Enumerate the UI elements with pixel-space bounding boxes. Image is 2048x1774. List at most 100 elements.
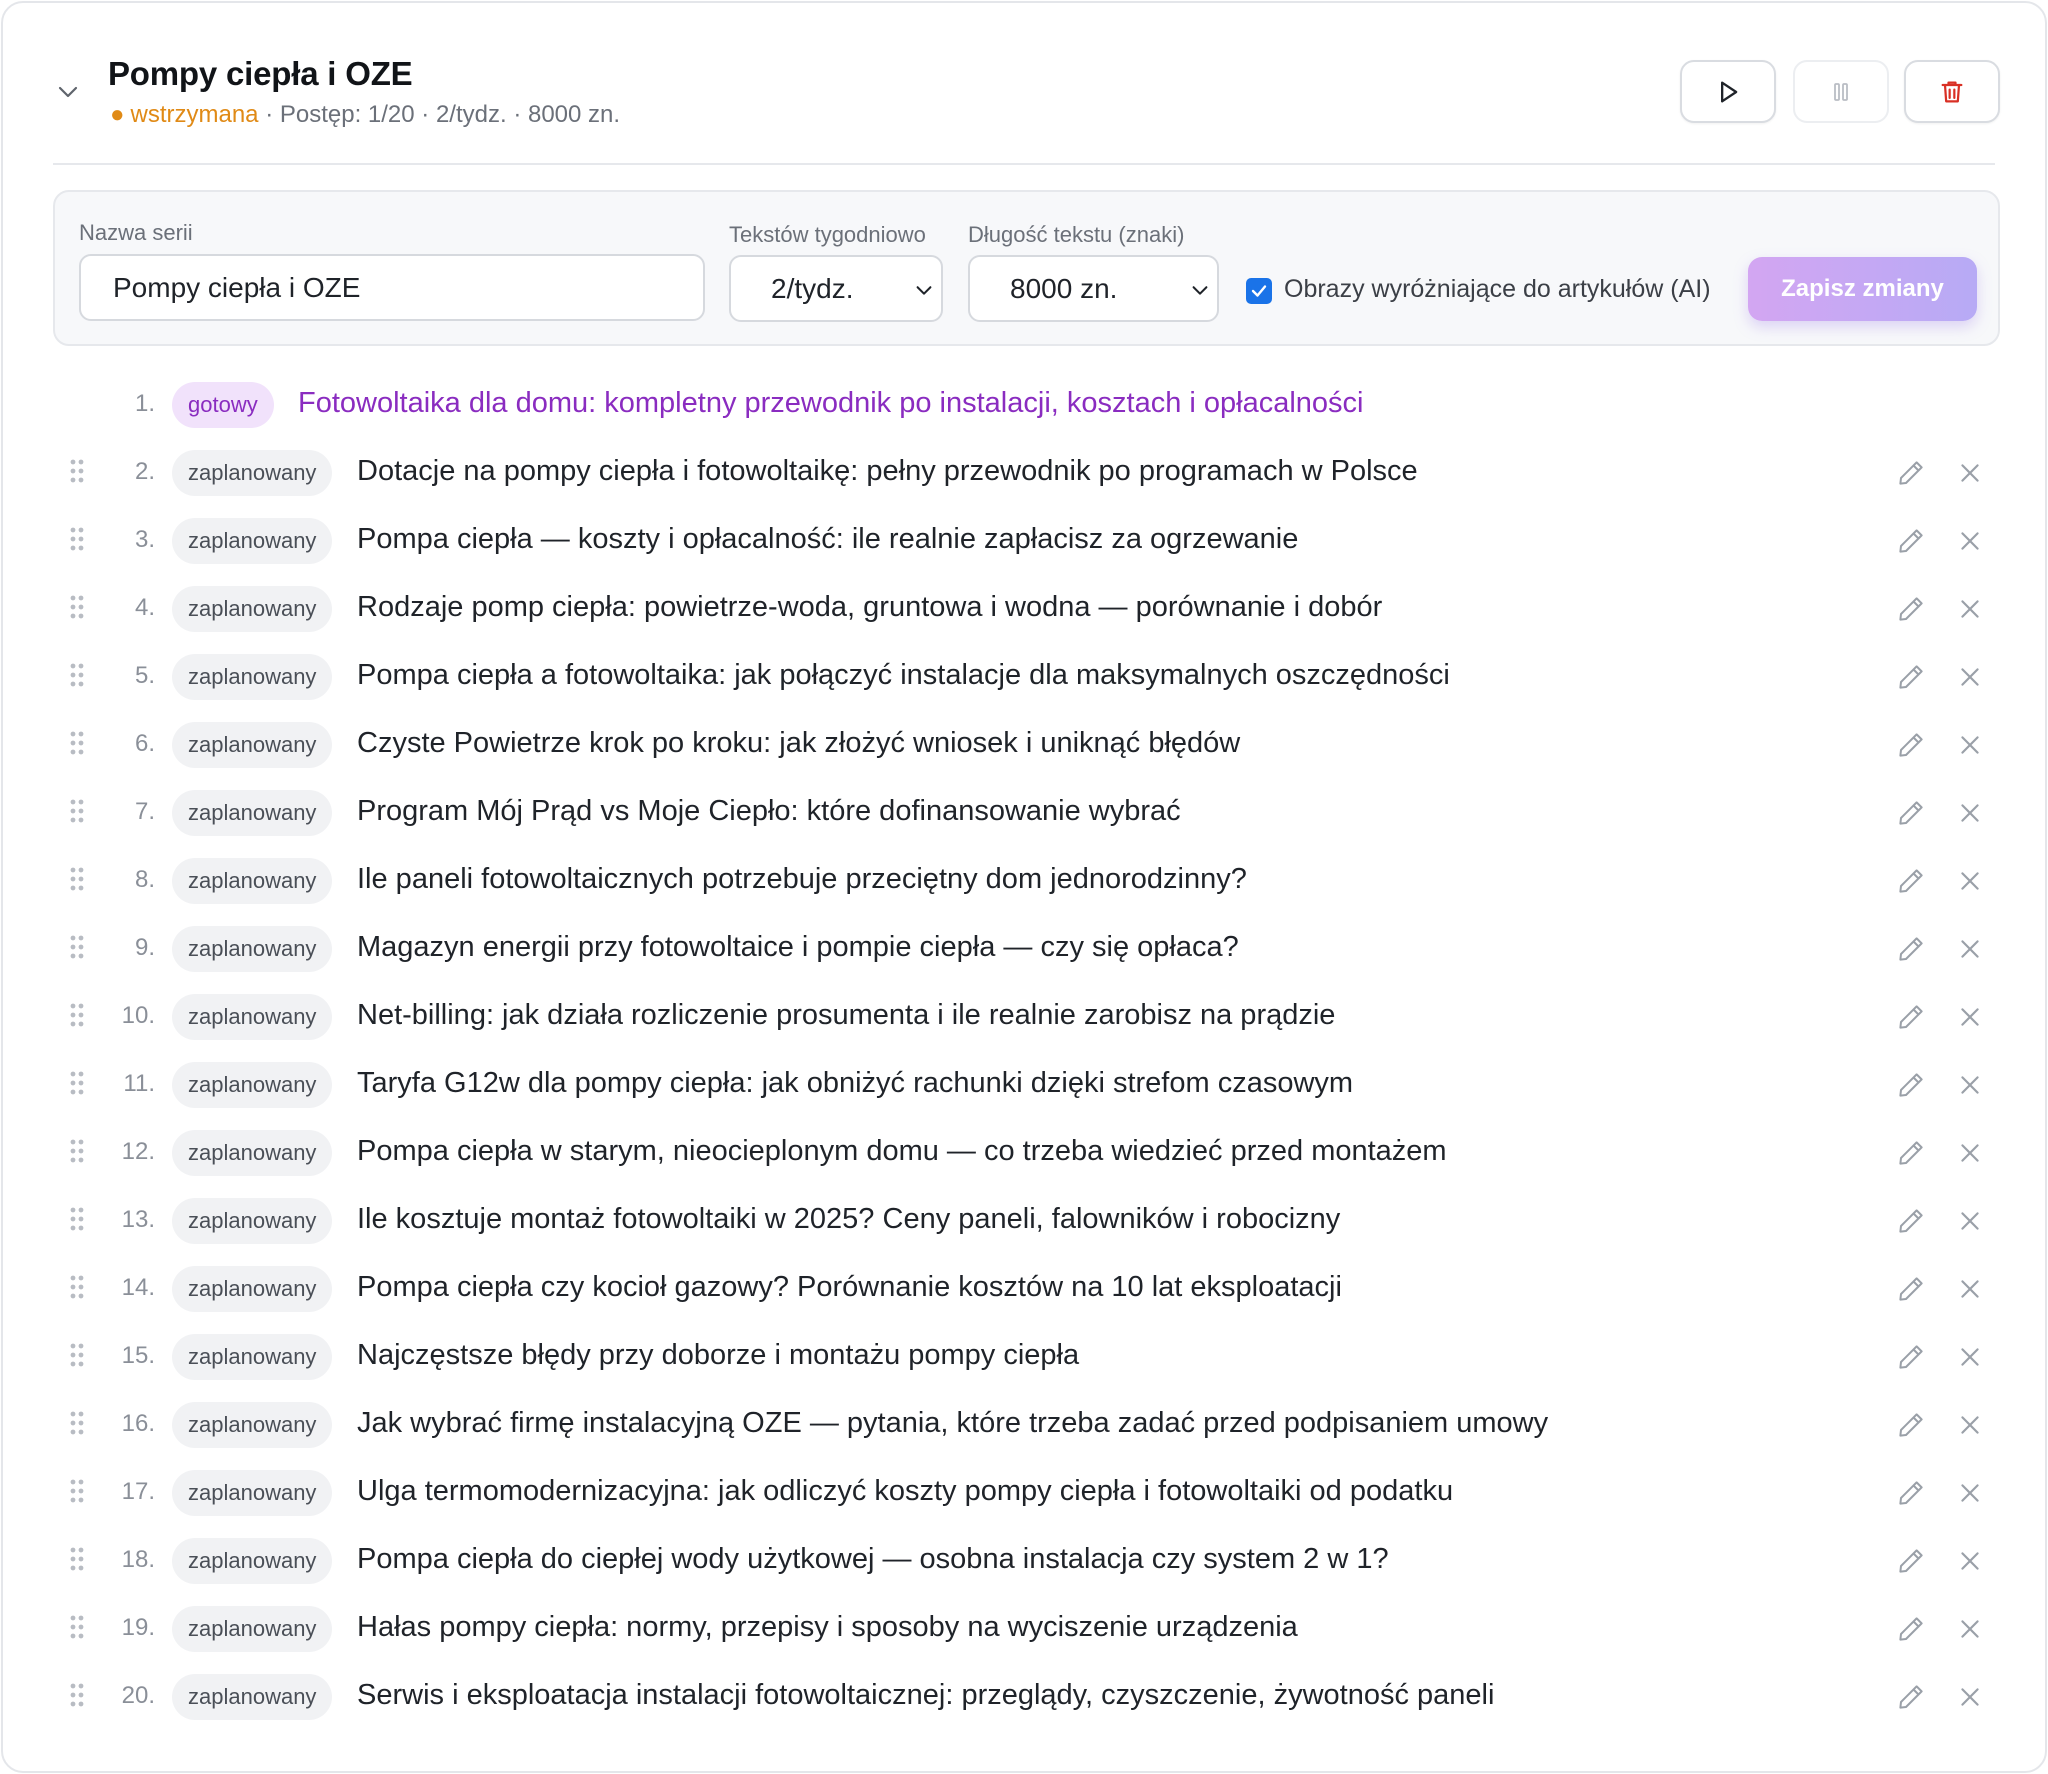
series-name-input[interactable]: [79, 254, 705, 321]
remove-button[interactable]: [1957, 800, 1983, 831]
item-title[interactable]: Ile paneli fotowoltaicznych potrzebuje p…: [357, 863, 1247, 896]
edit-button[interactable]: [1896, 1274, 1926, 1309]
item-title[interactable]: Serwis i eksploatacja instalacji fotowol…: [357, 1679, 1494, 1712]
remove-button[interactable]: [1957, 868, 1983, 899]
edit-button[interactable]: [1896, 798, 1926, 833]
edit-button[interactable]: [1896, 1478, 1926, 1513]
drag-handle-icon[interactable]: [69, 866, 85, 897]
remove-button[interactable]: [1957, 936, 1983, 967]
status-badge: zaplanowany: [172, 858, 333, 904]
delete-series-button[interactable]: [1904, 60, 2000, 123]
drag-handle-icon[interactable]: [69, 458, 85, 489]
remove-button[interactable]: [1957, 1412, 1983, 1443]
remove-button[interactable]: [1957, 1276, 1983, 1307]
status-badge: zaplanowany: [172, 1470, 333, 1516]
edit-button[interactable]: [1896, 1410, 1926, 1445]
pencil-icon: [1899, 597, 1923, 621]
close-icon: [1961, 532, 1979, 550]
pause-button[interactable]: [1793, 60, 1889, 123]
list-item: 15. zaplanowany Najczęstsze błędy przy dob…: [3, 1330, 2045, 1386]
drag-handle-icon[interactable]: [69, 1274, 85, 1305]
edit-button[interactable]: [1896, 730, 1926, 765]
drag-handle-icon[interactable]: [69, 1682, 85, 1713]
remove-button[interactable]: [1957, 664, 1983, 695]
edit-button[interactable]: [1896, 662, 1926, 697]
remove-button[interactable]: [1957, 1208, 1983, 1239]
remove-button[interactable]: [1957, 596, 1983, 627]
close-icon: [1961, 872, 1979, 890]
drag-handle-icon[interactable]: [69, 1206, 85, 1237]
drag-handle-icon[interactable]: [69, 798, 85, 829]
remove-button[interactable]: [1957, 1548, 1983, 1579]
edit-button[interactable]: [1896, 934, 1926, 969]
remove-button[interactable]: [1957, 1616, 1983, 1647]
list-item: 9. zaplanowany Magazyn energii przy fotowo…: [3, 922, 2045, 978]
drag-handle-icon[interactable]: [69, 1478, 85, 1509]
drag-handle-icon[interactable]: [69, 1546, 85, 1577]
ai-images-checkbox[interactable]: [1246, 278, 1272, 304]
item-title[interactable]: Hałas pompy ciepła: normy, przepisy i sp…: [357, 1611, 1298, 1644]
item-title[interactable]: Pompa ciepła — koszty i opłacalność: ile…: [357, 523, 1298, 556]
drag-handle-icon[interactable]: [69, 1342, 85, 1373]
item-title[interactable]: Pompa ciepła czy kocioł gazowy? Porównan…: [357, 1271, 1342, 1304]
item-title[interactable]: Czyste Powietrze krok po kroku: jak złoż…: [357, 727, 1240, 760]
remove-button[interactable]: [1957, 528, 1983, 559]
drag-handle-icon[interactable]: [69, 662, 85, 693]
item-title[interactable]: Ulga termomodernizacyjna: jak odliczyć k…: [357, 1475, 1453, 1508]
edit-button[interactable]: [1896, 1206, 1926, 1241]
length-select[interactable]: 8000 zn.: [968, 255, 1219, 322]
drag-handle-icon[interactable]: [69, 730, 85, 761]
status-badge: zaplanowany: [172, 586, 333, 632]
length-value: 8000 zn.: [1010, 272, 1118, 304]
edit-button[interactable]: [1896, 1682, 1926, 1717]
item-title[interactable]: Najczęstsze błędy przy doborze i montażu…: [357, 1339, 1079, 1372]
drag-handle-icon[interactable]: [69, 526, 85, 557]
item-title[interactable]: Pompa ciepła a fotowoltaika: jak połączy…: [357, 659, 1450, 692]
play-button[interactable]: [1680, 60, 1776, 123]
weekly-select[interactable]: 2/tydz.: [729, 255, 943, 322]
list-item: 4. zaplanowany Rodzaje pomp ciepła: powiet…: [3, 582, 2045, 638]
edit-button[interactable]: [1896, 594, 1926, 629]
edit-button[interactable]: [1896, 1342, 1926, 1377]
remove-button[interactable]: [1957, 1684, 1983, 1715]
item-title[interactable]: Taryfa G12w dla pompy ciepła: jak obniży…: [357, 1067, 1353, 1100]
item-title[interactable]: Program Mój Prąd vs Moje Ciepło: które d…: [357, 795, 1181, 828]
edit-button[interactable]: [1896, 526, 1926, 561]
edit-button[interactable]: [1896, 458, 1926, 493]
collapse-toggle[interactable]: [51, 75, 85, 109]
item-title[interactable]: Pompa ciepła do ciepłej wody użytkowej —…: [357, 1543, 1389, 1576]
drag-handle-icon[interactable]: [69, 1002, 85, 1033]
remove-button[interactable]: [1957, 1004, 1983, 1035]
remove-button[interactable]: [1957, 1480, 1983, 1511]
drag-handle-icon[interactable]: [69, 1614, 85, 1645]
item-title[interactable]: Net-billing: jak działa rozliczenie pros…: [357, 999, 1335, 1032]
close-icon: [1961, 1484, 1979, 1502]
edit-button[interactable]: [1896, 866, 1926, 901]
remove-button[interactable]: [1957, 1344, 1983, 1375]
item-title[interactable]: Fotowoltaika dla domu: kompletny przewod…: [298, 387, 1363, 420]
item-title[interactable]: Rodzaje pomp ciepła: powietrze-woda, gru…: [357, 591, 1382, 624]
drag-handle-icon[interactable]: [69, 1070, 85, 1101]
save-changes-button[interactable]: Zapisz zmiany: [1748, 257, 1977, 321]
remove-button[interactable]: [1957, 1140, 1983, 1171]
drag-handle-icon[interactable]: [69, 594, 85, 625]
drag-handle-icon[interactable]: [69, 1410, 85, 1441]
item-number: 19.: [121, 1614, 155, 1641]
remove-button[interactable]: [1957, 460, 1983, 491]
edit-button[interactable]: [1896, 1138, 1926, 1173]
remove-button[interactable]: [1957, 1072, 1983, 1103]
drag-handle-icon[interactable]: [69, 934, 85, 965]
item-title[interactable]: Dotacje na pompy ciepła i fotowoltaikę: …: [357, 455, 1418, 488]
drag-handle-icon[interactable]: [69, 1138, 85, 1169]
edit-button[interactable]: [1896, 1002, 1926, 1037]
edit-button[interactable]: [1896, 1070, 1926, 1105]
item-title[interactable]: Jak wybrać firmę instalacyjną OZE — pyta…: [357, 1407, 1548, 1440]
close-icon: [1961, 1280, 1979, 1298]
item-title[interactable]: Pompa ciepła w starym, nieocieplonym dom…: [357, 1135, 1447, 1168]
header-divider: [53, 163, 1995, 165]
item-title[interactable]: Magazyn energii przy fotowoltaice i pomp…: [357, 931, 1239, 964]
remove-button[interactable]: [1957, 732, 1983, 763]
edit-button[interactable]: [1896, 1546, 1926, 1581]
edit-button[interactable]: [1896, 1614, 1926, 1649]
item-title[interactable]: Ile kosztuje montaż fotowoltaiki w 2025?…: [357, 1203, 1340, 1236]
